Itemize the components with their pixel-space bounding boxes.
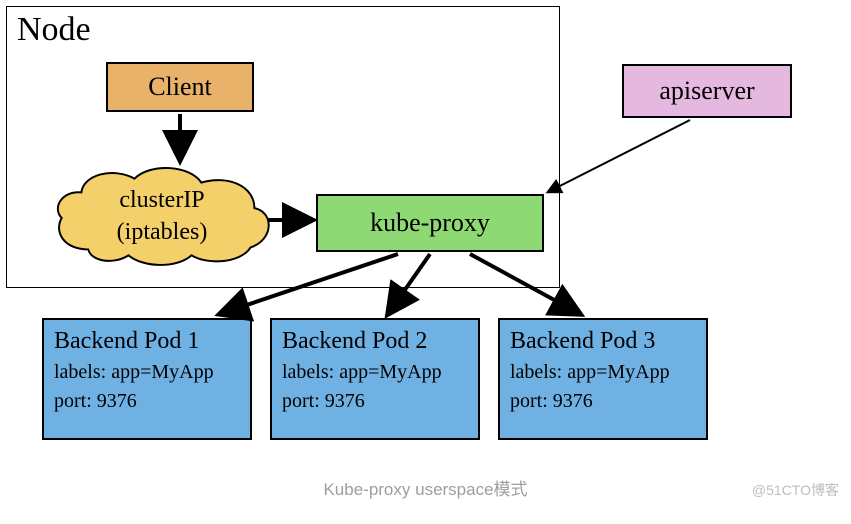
pod-title: Backend Pod 2	[282, 328, 468, 355]
kube-proxy-box: kube-proxy	[316, 194, 544, 252]
pod-labels: labels: app=MyApp	[510, 361, 696, 384]
backend-pod-3: Backend Pod 3 labels: app=MyApp port: 93…	[498, 318, 708, 440]
pod-port: port: 9376	[54, 390, 240, 413]
clusterip-line1: clusterIP	[119, 184, 204, 216]
backend-pod-2: Backend Pod 2 labels: app=MyApp port: 93…	[270, 318, 480, 440]
pod-labels: labels: app=MyApp	[54, 361, 240, 384]
pod-title: Backend Pod 1	[54, 328, 240, 355]
pod-port: port: 9376	[282, 390, 468, 413]
clusterip-line2: (iptables)	[117, 216, 208, 248]
watermark: @51CTO博客	[752, 480, 839, 500]
pod-title: Backend Pod 3	[510, 328, 696, 355]
caption: Kube-proxy userspace模式	[0, 475, 851, 500]
pod-labels: labels: app=MyApp	[282, 361, 468, 384]
backend-pod-1: Backend Pod 1 labels: app=MyApp port: 93…	[42, 318, 252, 440]
client-label: Client	[148, 72, 212, 102]
kube-proxy-label: kube-proxy	[370, 208, 490, 238]
apiserver-box: apiserver	[622, 64, 792, 118]
clusterip-cloud: clusterIP (iptables)	[44, 160, 280, 272]
node-title: Node	[17, 11, 91, 49]
client-box: Client	[106, 62, 254, 112]
apiserver-label: apiserver	[659, 76, 754, 106]
pod-port: port: 9376	[510, 390, 696, 413]
